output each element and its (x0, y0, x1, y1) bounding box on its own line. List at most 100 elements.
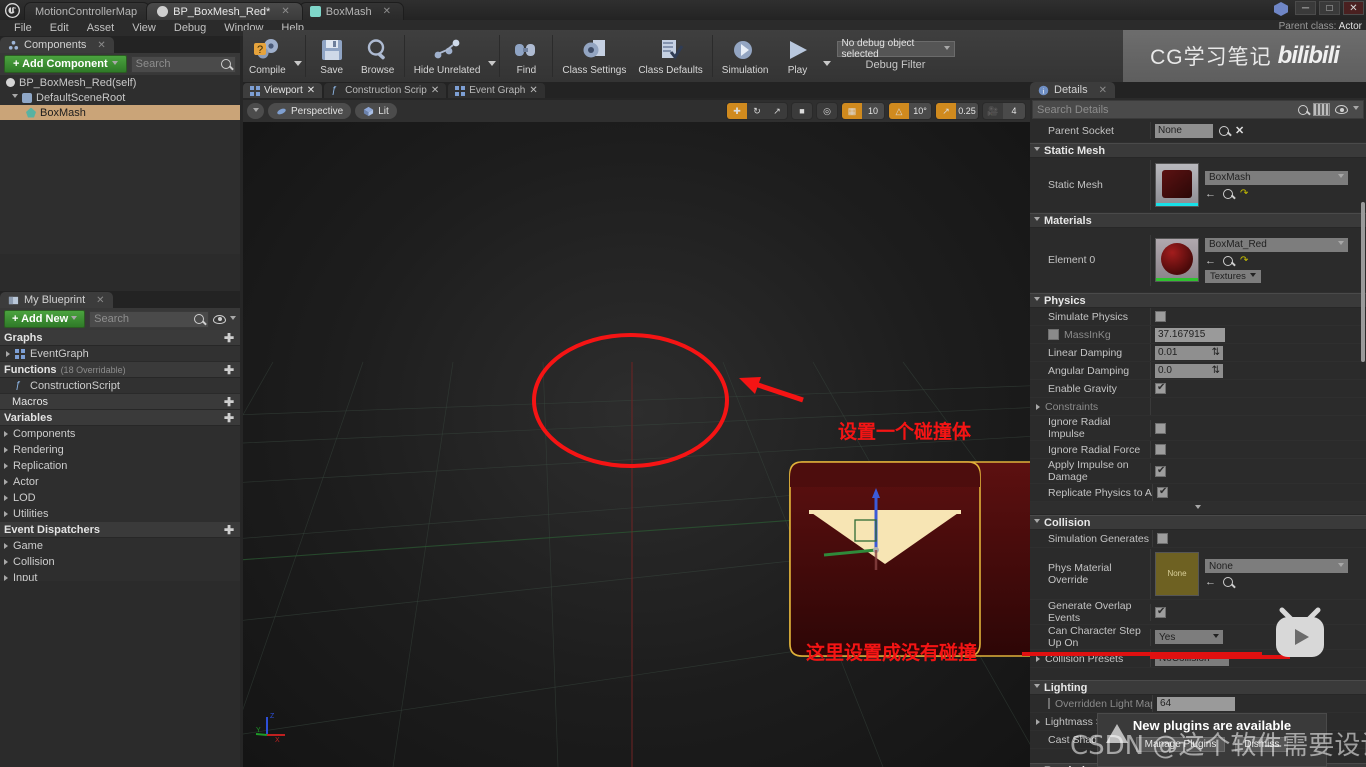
menu-asset[interactable]: Asset (79, 21, 123, 35)
reset-icon[interactable]: ↷ (1235, 653, 1243, 664)
hide-unrelated-caret-icon[interactable] (488, 60, 497, 66)
asset-picker-static-mesh[interactable]: BoxMash ← ↷ (1155, 160, 1348, 210)
asset-picker-material[interactable]: BoxMat_Red ← ↷ Textures (1155, 235, 1348, 286)
property-value[interactable]: NoCollision ↷ (1150, 650, 1366, 667)
eye-icon[interactable] (1335, 105, 1348, 114)
details-scrollbar[interactable] (1361, 202, 1365, 362)
rotation-snap-value[interactable]: 10° (909, 103, 931, 119)
scale-snap-value[interactable]: 0.25 (956, 103, 978, 119)
coordinate-space-group[interactable]: ■ (791, 102, 813, 120)
hide-unrelated-button[interactable]: Hide Unrelated (408, 31, 487, 81)
section-macros[interactable]: Macros ✚ (0, 394, 240, 410)
camera-speed-value[interactable]: 4 (1003, 103, 1025, 119)
translate-mode-icon[interactable]: ✚ (727, 103, 747, 119)
list-item-game[interactable]: Game (0, 538, 240, 554)
massinkg-override-checkbox[interactable] (1048, 329, 1059, 340)
section-functions[interactable]: Functions (18 Overridable) ✚ (0, 362, 240, 378)
property-value[interactable]: 0.0 ⇅ (1150, 362, 1366, 379)
tab-my-blueprint[interactable]: My Blueprint ✕ (0, 292, 113, 308)
use-selected-icon[interactable]: ← (1205, 255, 1216, 267)
add-variable-icon[interactable]: ✚ (224, 411, 234, 425)
list-item-constructionscript[interactable]: ƒ ConstructionScript (0, 378, 240, 394)
rotate-mode-icon[interactable]: ↻ (747, 103, 767, 119)
surface-snap-icon[interactable]: ◎ (817, 103, 837, 119)
view-mode-button[interactable]: Perspective (268, 103, 352, 119)
static-mesh-select[interactable]: BoxMash (1205, 170, 1348, 185)
property-value[interactable] (1150, 308, 1366, 325)
component-row-self[interactable]: BP_BoxMesh_Red(self) (0, 75, 240, 90)
browse-asset-icon[interactable] (1223, 255, 1233, 266)
my-blueprint-search-input[interactable]: Search (89, 310, 209, 328)
scale-snap-group[interactable]: ↗ 0.25 (935, 102, 979, 120)
add-graph-icon[interactable]: ✚ (224, 331, 234, 345)
component-row-defaultsceneroot[interactable]: DefaultSceneRoot (0, 90, 240, 105)
property-value[interactable] (1150, 441, 1366, 458)
property-value[interactable]: BoxMat_Red ← ↷ Textures (1150, 234, 1366, 286)
viewport-options-button[interactable] (247, 103, 264, 119)
expander-icon[interactable] (1036, 655, 1040, 662)
list-item-rendering[interactable]: Rendering (0, 442, 240, 458)
scale-mode-icon[interactable]: ↗ (767, 103, 787, 119)
asset-thumbnail[interactable] (1155, 163, 1199, 207)
class-settings-button[interactable]: Class Settings (556, 31, 632, 81)
apply-impulse-on-damage-checkbox[interactable] (1155, 465, 1166, 477)
add-dispatcher-icon[interactable]: ✚ (224, 523, 234, 537)
spinner-icon[interactable]: ⇅ (1212, 347, 1220, 358)
compile-button[interactable]: ? Compile (243, 31, 292, 81)
close-icon[interactable]: ✕ (383, 6, 391, 17)
debug-object-select[interactable]: No debug object selected (836, 38, 955, 60)
camera-speed-icon[interactable]: 🎥 (983, 103, 1003, 119)
material-select[interactable]: BoxMat_Red (1205, 237, 1348, 252)
section-lighting[interactable]: Lighting (1030, 680, 1366, 695)
play-button[interactable]: Play (775, 31, 821, 81)
class-defaults-button[interactable]: Class Defaults (632, 31, 708, 81)
chevron-down-icon[interactable] (230, 315, 236, 323)
expander-icon[interactable] (1036, 403, 1040, 410)
tab-details[interactable]: i Details ✕ (1030, 82, 1116, 98)
save-button[interactable]: Save (309, 31, 355, 81)
window-tab-boxmash[interactable]: BoxMash ✕ (298, 2, 404, 20)
property-row-constraints[interactable]: Constraints (1030, 398, 1366, 416)
close-icon[interactable]: ✕ (307, 85, 315, 96)
expander-icon[interactable] (1034, 684, 1040, 691)
details-search-input[interactable]: Search Details (1032, 100, 1364, 119)
list-item-collision[interactable]: Collision (0, 554, 240, 570)
window-tab-strip[interactable]: MotionControllerMap BP_BoxMesh_Red* ✕ Bo… (24, 0, 404, 20)
menu-view[interactable]: View (124, 21, 164, 35)
spinner-icon[interactable]: ⇅ (1212, 365, 1220, 376)
override-light-map-checkbox[interactable] (1048, 698, 1050, 709)
replicate-physics-checkbox[interactable] (1157, 486, 1168, 498)
tab-construction-script[interactable]: ƒ Construction Scrip ✕ (324, 83, 447, 98)
section-physics[interactable]: Physics (1030, 293, 1366, 308)
angular-damping-input[interactable]: 0.0 ⇅ (1155, 363, 1223, 378)
close-icon[interactable]: ✕ (97, 40, 105, 51)
section-materials[interactable]: Materials (1030, 213, 1366, 228)
reset-icon[interactable]: ↷ (1240, 188, 1248, 199)
scale-snap-icon[interactable]: ↗ (936, 103, 956, 119)
expander-icon[interactable] (1034, 297, 1040, 304)
generate-overlap-events-checkbox[interactable] (1155, 606, 1166, 618)
property-value[interactable] (1152, 530, 1366, 547)
property-value[interactable]: None None ← (1150, 548, 1366, 599)
simulation-generates-hit-events-checkbox[interactable] (1157, 533, 1168, 544)
property-value[interactable] (1150, 462, 1366, 480)
close-icon[interactable]: ✕ (431, 85, 439, 96)
close-button[interactable]: ✕ (1343, 1, 1364, 15)
section-event-dispatchers[interactable]: Event Dispatchers ✚ (0, 522, 240, 538)
property-value[interactable] (1150, 380, 1366, 397)
lit-mode-button[interactable]: Lit (355, 103, 397, 119)
expander-icon[interactable] (4, 495, 8, 501)
browse-asset-icon[interactable] (1223, 188, 1233, 199)
list-item-lod[interactable]: LOD (0, 490, 240, 506)
ignore-radial-impulse-checkbox[interactable] (1155, 422, 1166, 434)
reset-icon[interactable]: ↷ (1240, 255, 1248, 266)
tab-viewport[interactable]: Viewport ✕ (243, 83, 323, 98)
section-collision[interactable]: Collision (1030, 515, 1366, 530)
can-character-step-up-select[interactable]: Yes (1155, 630, 1223, 644)
expander-icon[interactable] (4, 431, 8, 437)
menu-file[interactable]: File (6, 21, 40, 35)
find-button[interactable]: Find (503, 31, 549, 81)
chevron-down-icon[interactable] (1353, 106, 1359, 113)
grid-snap-group[interactable]: ▦ 10 (841, 102, 885, 120)
expander-icon[interactable] (6, 350, 10, 357)
